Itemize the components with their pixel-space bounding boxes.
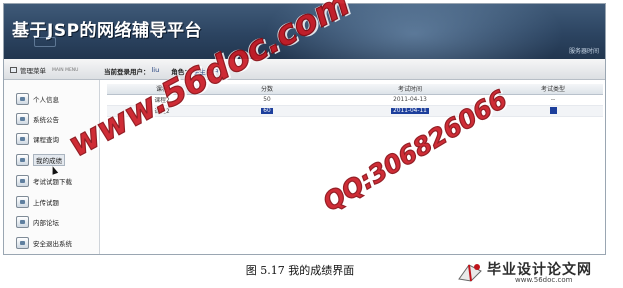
- menu-heading: 管理菜单 MAIN MENU: [10, 65, 96, 75]
- sidebar-item-label: 个人信息: [33, 96, 59, 104]
- user-label: 当前登录用户：: [104, 68, 150, 76]
- brand-logo-icon: [458, 264, 482, 282]
- sidebar-item-forum[interactable]: 内部论坛: [16, 215, 59, 229]
- logout-icon: [16, 237, 29, 249]
- cell-exam-time: 2011-04-11: [391, 107, 429, 114]
- sidebar-item-logout[interactable]: 安全退出系统: [16, 236, 72, 250]
- sidebar-item-exam-download[interactable]: 考试试题下载: [16, 174, 72, 188]
- sidebar-item-label: 安全退出系统: [33, 240, 72, 248]
- server-time-link[interactable]: 服务器时间: [569, 46, 599, 55]
- sidebar-item-label: 考试试题下载: [33, 178, 72, 186]
- cell-exam-type: [549, 107, 557, 114]
- brand-url: www.56doc.com: [515, 276, 573, 284]
- sidebar-item-label: 系统公告: [33, 116, 59, 124]
- sidebar-item-my-grades[interactable]: 我的成绩: [16, 153, 65, 167]
- download-icon: [16, 175, 29, 187]
- info-bar: 管理菜单 MAIN MENU 当前登录用户： liu 角色： 学生用户: [4, 59, 605, 80]
- sidebar-item-label: 课程查询: [33, 136, 59, 144]
- sidebar-item-upload-exam[interactable]: 上传试题: [16, 195, 59, 209]
- user-value: liu: [151, 66, 160, 74]
- menu-heading-sub: MAIN MENU: [52, 67, 79, 73]
- upload-icon: [16, 196, 29, 208]
- sidebar-item-label: 我的成绩: [33, 154, 65, 166]
- sidebar-item-course-query[interactable]: 课程查询: [16, 132, 59, 146]
- notice-icon: [16, 113, 29, 125]
- sidebar-item-label: 上传试题: [33, 199, 59, 207]
- brand-logo-block: 毕业设计论文网 www.56doc.com: [457, 258, 617, 286]
- search-icon: [16, 133, 29, 145]
- cell-score: 60: [261, 107, 273, 114]
- cell-exam-type: --: [503, 94, 603, 106]
- menu-heading-label: 管理菜单: [20, 67, 46, 75]
- person-icon: [16, 93, 29, 105]
- cell-exam-type-cell: [503, 105, 603, 117]
- cell-score: 50: [217, 94, 317, 106]
- forum-icon: [16, 216, 29, 228]
- grades-icon: [16, 154, 29, 166]
- sidebar-item-personal-info[interactable]: 个人信息: [16, 92, 59, 106]
- column-header-score[interactable]: 分数: [217, 84, 317, 95]
- sidebar-item-label: 内部论坛: [33, 219, 59, 227]
- menu-icon: [10, 67, 17, 73]
- column-header-exam-type[interactable]: 考试类型: [503, 84, 603, 95]
- column-header-exam-time[interactable]: 考试时间: [317, 84, 503, 95]
- sidebar-item-announcements[interactable]: 系统公告: [16, 112, 59, 126]
- header-decoration: [34, 37, 56, 47]
- cell-score-cell: 60: [217, 105, 317, 117]
